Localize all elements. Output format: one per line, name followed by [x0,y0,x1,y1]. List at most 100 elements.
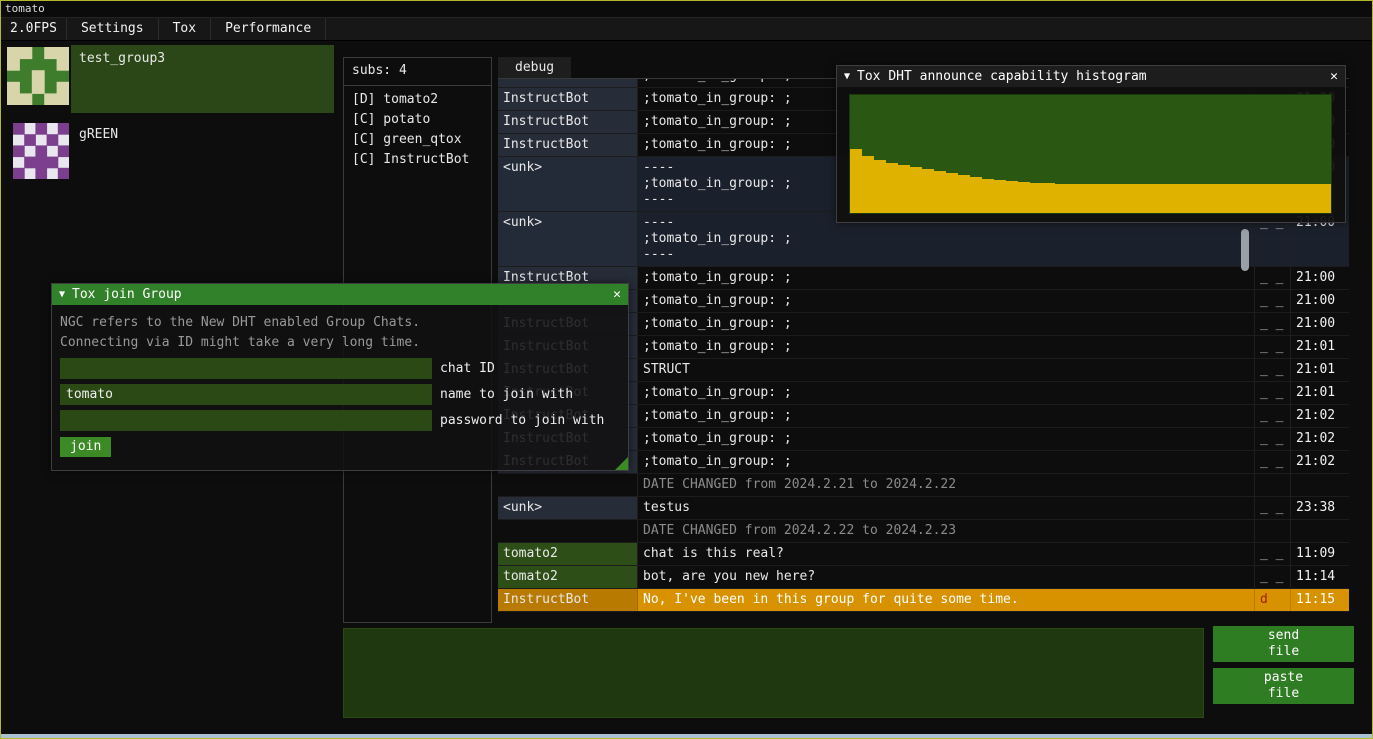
join-window-body: NGC refers to the New DHT enabled Group … [52,305,628,457]
histogram-window-titlebar[interactable]: ▼ Tox DHT announce capability histogram … [837,66,1345,87]
flags-cell: _ _ [1254,428,1290,450]
timestamp-cell: 11:09 [1290,543,1349,565]
group-label-box: gREEN [71,121,334,187]
message-cell: No, I've been in this group for quite so… [638,589,1238,611]
histogram-bar [1079,184,1091,214]
histogram-bar [1006,181,1018,213]
histogram-bar [1259,184,1271,214]
histogram-window-title: Tox DHT announce capability histogram [857,69,1147,85]
timestamp-cell: 21:00 [1290,313,1349,335]
histogram-bar [1271,184,1283,214]
flags-cell [1254,520,1290,542]
sub-item[interactable]: [C] InstructBot [344,150,491,170]
menu-item-settings[interactable]: Settings [67,18,159,40]
sender-cell: <unk> [498,212,638,266]
join-info-line: Connecting via ID might take a very long… [60,333,620,353]
histogram-bar [1030,183,1042,213]
paste-file-button[interactable]: paste file [1213,668,1354,704]
group-avatar [13,123,69,187]
date-divider-row[interactable]: DATE CHANGED from 2024.2.21 to 2024.2.22 [498,474,1349,497]
collapse-arrow-icon[interactable]: ▼ [59,287,65,303]
flags-cell: _ _ [1254,497,1290,519]
histogram-bar [874,160,886,213]
window-resize-edge[interactable] [1,734,1372,738]
message-cell: ;tomato_in_group: ; [638,451,1238,473]
histogram-bar [1295,184,1307,214]
scrollbar-gutter [1238,336,1254,358]
scrollbar-gutter [1238,313,1254,335]
message-row[interactable]: tomato2bot, are you new here?_ _11:14 [498,566,1349,589]
sub-item[interactable]: [D] tomato2 [344,90,491,110]
send-file-button[interactable]: send file [1213,626,1354,662]
group-label-box: test_group3 [71,45,334,113]
scrollbar-gutter [1238,497,1254,519]
sender-cell: tomato2 [498,566,638,588]
histogram-bar [1018,182,1030,213]
sender-cell: InstructBot [498,79,638,87]
join-window-titlebar[interactable]: ▼ Tox join Group ✕ [52,284,628,305]
send-file-label: file [1268,644,1299,660]
chat-scrollbar-thumb[interactable] [1241,229,1249,271]
collapse-arrow-icon[interactable]: ▼ [844,69,850,85]
timestamp-cell [1290,520,1349,542]
histogram-bar [1115,184,1127,214]
menu-item-performance[interactable]: Performance [211,18,326,40]
scrollbar-gutter [1238,382,1254,404]
message-row[interactable]: <unk>testus_ _23:38 [498,497,1349,520]
histogram-bar [994,180,1006,213]
chat-ID-input[interactable] [60,358,432,379]
timestamp-cell: 21:01 [1290,359,1349,381]
group-item-test_group3[interactable]: test_group3 [7,45,334,113]
message-cell: chat is this real? [638,543,1238,565]
scrollbar-gutter [1238,359,1254,381]
message-row[interactable]: tomato2chat is this real?_ _11:09 [498,543,1349,566]
message-cell: bot, are you new here? [638,566,1238,588]
fps-counter: 2.0FPS [1,18,67,40]
message-cell: ;tomato_in_group: ; [638,313,1238,335]
scrollbar-gutter [1238,566,1254,588]
resize-grip[interactable] [615,457,628,470]
timestamp-cell: 21:01 [1290,382,1349,404]
group-item-gREEN[interactable]: gREEN [7,121,334,187]
paste-file-label: file [1268,686,1299,702]
histogram-bar [1067,184,1079,214]
sub-item[interactable]: [C] potato [344,110,491,130]
date-divider-row[interactable]: DATE CHANGED from 2024.2.22 to 2024.2.23 [498,520,1349,543]
histogram-bar [886,163,898,213]
histogram-bar [910,167,922,213]
flags-cell: _ _ [1254,451,1290,473]
join-field-row: password to join with [60,410,620,431]
histogram-bar [958,175,970,213]
sub-item[interactable]: [C] green_qtox [344,130,491,150]
flags-cell: _ _ [1254,405,1290,427]
close-icon[interactable]: ✕ [1330,69,1338,85]
histogram-bar [946,173,958,213]
sender-cell: InstructBot [498,111,638,133]
message-cell: ;tomato_in_group: ; [638,267,1238,289]
histogram-bar [1199,184,1211,214]
message-cell: ;tomato_in_group: ; [638,382,1238,404]
histogram-plot[interactable] [849,94,1332,214]
tab-debug[interactable]: debug [498,57,571,78]
sender-cell: tomato2 [498,543,638,565]
sender-cell [498,474,638,496]
message-row[interactable]: InstructBotNo, I've been in this group f… [498,589,1349,612]
message-input[interactable] [343,628,1204,718]
menu-item-tox[interactable]: Tox [159,18,211,40]
scrollbar-gutter [1238,589,1254,611]
password-to-join-with-input[interactable] [60,410,432,431]
subs-list: [D] tomato2[C] potato[C] green_qtox[C] I… [344,86,491,170]
histogram-bar [1283,184,1295,214]
histogram-bar [1139,184,1151,214]
histogram-bar [898,165,910,213]
join-button[interactable]: join [60,437,111,457]
message-cell: DATE CHANGED from 2024.2.22 to 2024.2.23 [638,520,1238,542]
timestamp-cell: 21:02 [1290,428,1349,450]
histogram-bar [862,156,874,213]
close-icon[interactable]: ✕ [613,287,621,303]
name-to-join-with-input[interactable] [60,384,432,405]
histogram-bar [1127,184,1139,214]
field-label: name to join with [440,387,573,403]
timestamp-cell: 21:00 [1290,290,1349,312]
paste-file-label: paste [1264,670,1303,686]
